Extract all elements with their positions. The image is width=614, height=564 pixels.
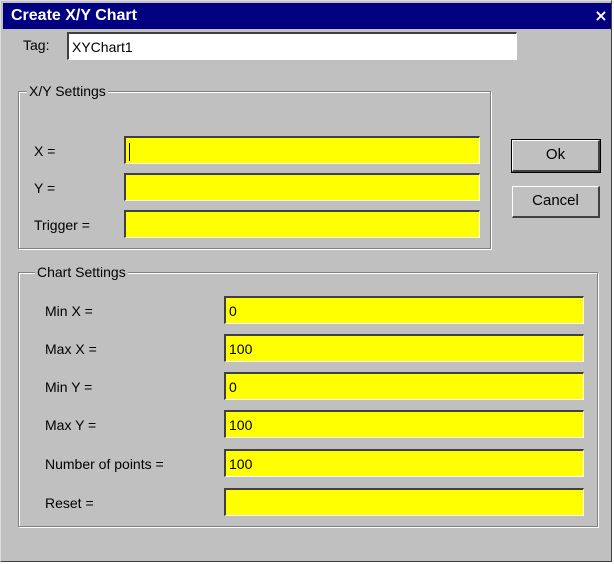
x-label: X = — [34, 143, 56, 159]
window-title: Create X/Y Chart — [11, 7, 137, 24]
tag-input-value: XYChart1 — [72, 39, 133, 55]
ok-button[interactable]: Ok — [511, 139, 601, 173]
cancel-button[interactable]: Cancel — [512, 186, 600, 218]
max-x-input[interactable]: 100 — [224, 334, 584, 362]
max-y-label: Max Y = — [45, 417, 97, 433]
min-x-label: Min X = — [45, 303, 93, 319]
tag-input[interactable]: XYChart1 — [67, 32, 517, 60]
reset-label: Reset = — [45, 495, 94, 511]
max-x-label: Max X = — [45, 341, 97, 357]
x-input[interactable] — [124, 136, 480, 164]
y-label: Y = — [34, 180, 56, 196]
close-icon[interactable]: × — [591, 5, 611, 27]
min-y-label: Min Y = — [45, 379, 93, 395]
xy-settings-title: X/Y Settings — [27, 82, 108, 100]
y-input[interactable] — [124, 173, 480, 201]
create-xy-chart-dialog: Create X/Y Chart × Tag: XYChart1 X/Y Set… — [0, 0, 612, 562]
min-y-input-value: 0 — [229, 379, 237, 395]
max-y-input[interactable]: 100 — [224, 410, 584, 438]
text-caret — [129, 143, 130, 162]
title-bar[interactable]: Create X/Y Chart × — [3, 3, 611, 29]
number-of-points-label: Number of points = — [45, 456, 164, 472]
chart-settings-title: Chart Settings — [35, 263, 128, 281]
min-y-input[interactable]: 0 — [224, 372, 584, 400]
min-x-input[interactable]: 0 — [224, 296, 584, 324]
min-x-input-value: 0 — [229, 303, 237, 319]
number-of-points-input[interactable]: 100 — [224, 449, 584, 477]
trigger-label: Trigger = — [34, 217, 90, 233]
max-x-input-value: 100 — [229, 341, 253, 357]
tag-label: Tag: — [23, 37, 50, 53]
number-of-points-input-value: 100 — [229, 456, 253, 472]
max-y-input-value: 100 — [229, 417, 253, 433]
trigger-input[interactable] — [124, 210, 480, 238]
reset-input[interactable] — [224, 488, 584, 516]
